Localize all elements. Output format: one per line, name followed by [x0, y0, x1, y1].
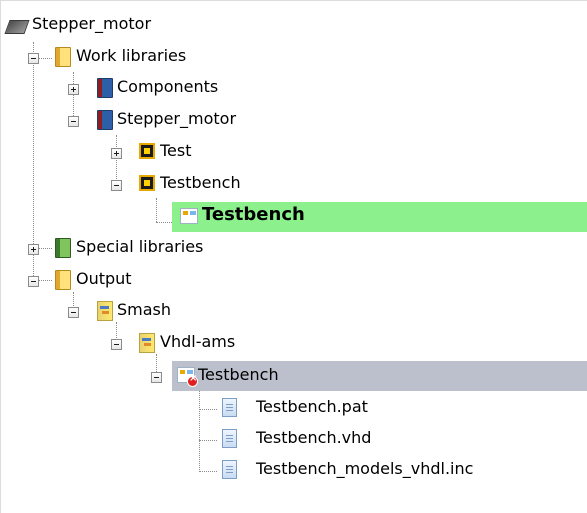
collapse-icon[interactable] — [111, 339, 122, 350]
tree-item-testbench-selected[interactable]: Testbench — [172, 202, 587, 232]
document-icon — [222, 398, 237, 417]
blue-library-icon — [97, 78, 113, 98]
tree-item-work-libraries[interactable]: Work libraries — [0, 42, 587, 72]
tree-item-label: Testbench.vhd — [256, 428, 372, 447]
collapse-icon[interactable] — [28, 53, 39, 64]
tree-item-label: Testbench — [202, 204, 305, 225]
tree-item-label: Components — [117, 77, 219, 96]
tree-item-label: Testbench_models_vhdl.inc — [256, 459, 474, 478]
tree-item-test[interactable]: Test — [0, 137, 587, 167]
yellow-library-icon — [55, 47, 71, 67]
tree-item-smash[interactable]: Smash — [0, 296, 587, 326]
tree-item-label: Vhdl-ams — [160, 332, 236, 351]
smash-icon — [139, 333, 155, 353]
tree-item-label: Output — [76, 269, 132, 288]
testbench-icon — [180, 208, 198, 224]
collapse-icon[interactable] — [28, 276, 39, 287]
tree-item-label: Testbench — [198, 365, 279, 384]
yellow-library-icon — [55, 270, 71, 290]
collapse-icon[interactable] — [68, 307, 79, 318]
smash-icon — [97, 301, 113, 321]
tree-item-label: Special libraries — [76, 237, 204, 256]
tree-item-label: Stepper_motor — [117, 109, 237, 128]
tree-item-label: Test — [160, 141, 192, 160]
tree-item-file[interactable]: Testbench_models_vhdl.inc — [0, 455, 587, 485]
expand-icon[interactable] — [111, 148, 122, 159]
library-tree-panel: Stepper_motor Work libraries Components … — [0, 0, 587, 513]
collapse-icon[interactable] — [151, 372, 162, 383]
chip-icon — [139, 175, 155, 191]
tree-item-stepper-motor-library[interactable]: Stepper_motor — [0, 105, 587, 135]
collapse-icon[interactable] — [68, 116, 79, 127]
error-badge-icon — [187, 373, 198, 387]
tree-item-file[interactable]: Testbench.vhd — [0, 424, 587, 454]
tree-root-row[interactable]: Stepper_motor — [0, 10, 587, 40]
document-icon — [222, 460, 237, 479]
expand-icon[interactable] — [28, 244, 39, 255]
tree-root-label: Stepper_motor — [32, 14, 152, 33]
tree-item-special-libraries[interactable]: Special libraries — [0, 233, 587, 263]
tree-item-label: Work libraries — [76, 46, 187, 65]
tree-item-vhdl-ams[interactable]: Vhdl-ams — [0, 328, 587, 358]
tree-item-file[interactable]: Testbench.pat — [0, 393, 587, 423]
expand-icon[interactable] — [68, 84, 79, 95]
tree-item-testbench-output[interactable]: Testbench — [151, 361, 587, 391]
collapse-icon[interactable] — [111, 180, 122, 191]
blue-library-icon — [97, 110, 113, 130]
project-icon — [4, 20, 30, 34]
chip-icon — [139, 143, 155, 159]
document-icon — [222, 429, 237, 448]
tree-item-output[interactable]: Output — [0, 265, 587, 295]
tree-item-label: Testbench — [160, 173, 241, 192]
tree-connector — [156, 198, 157, 222]
tree-item-label: Smash — [117, 300, 172, 319]
tree-item-label: Testbench.pat — [256, 397, 368, 416]
green-library-icon — [55, 238, 71, 258]
tree-item-testbench-unit[interactable]: Testbench — [0, 169, 587, 199]
tree-item-components[interactable]: Components — [0, 73, 587, 103]
